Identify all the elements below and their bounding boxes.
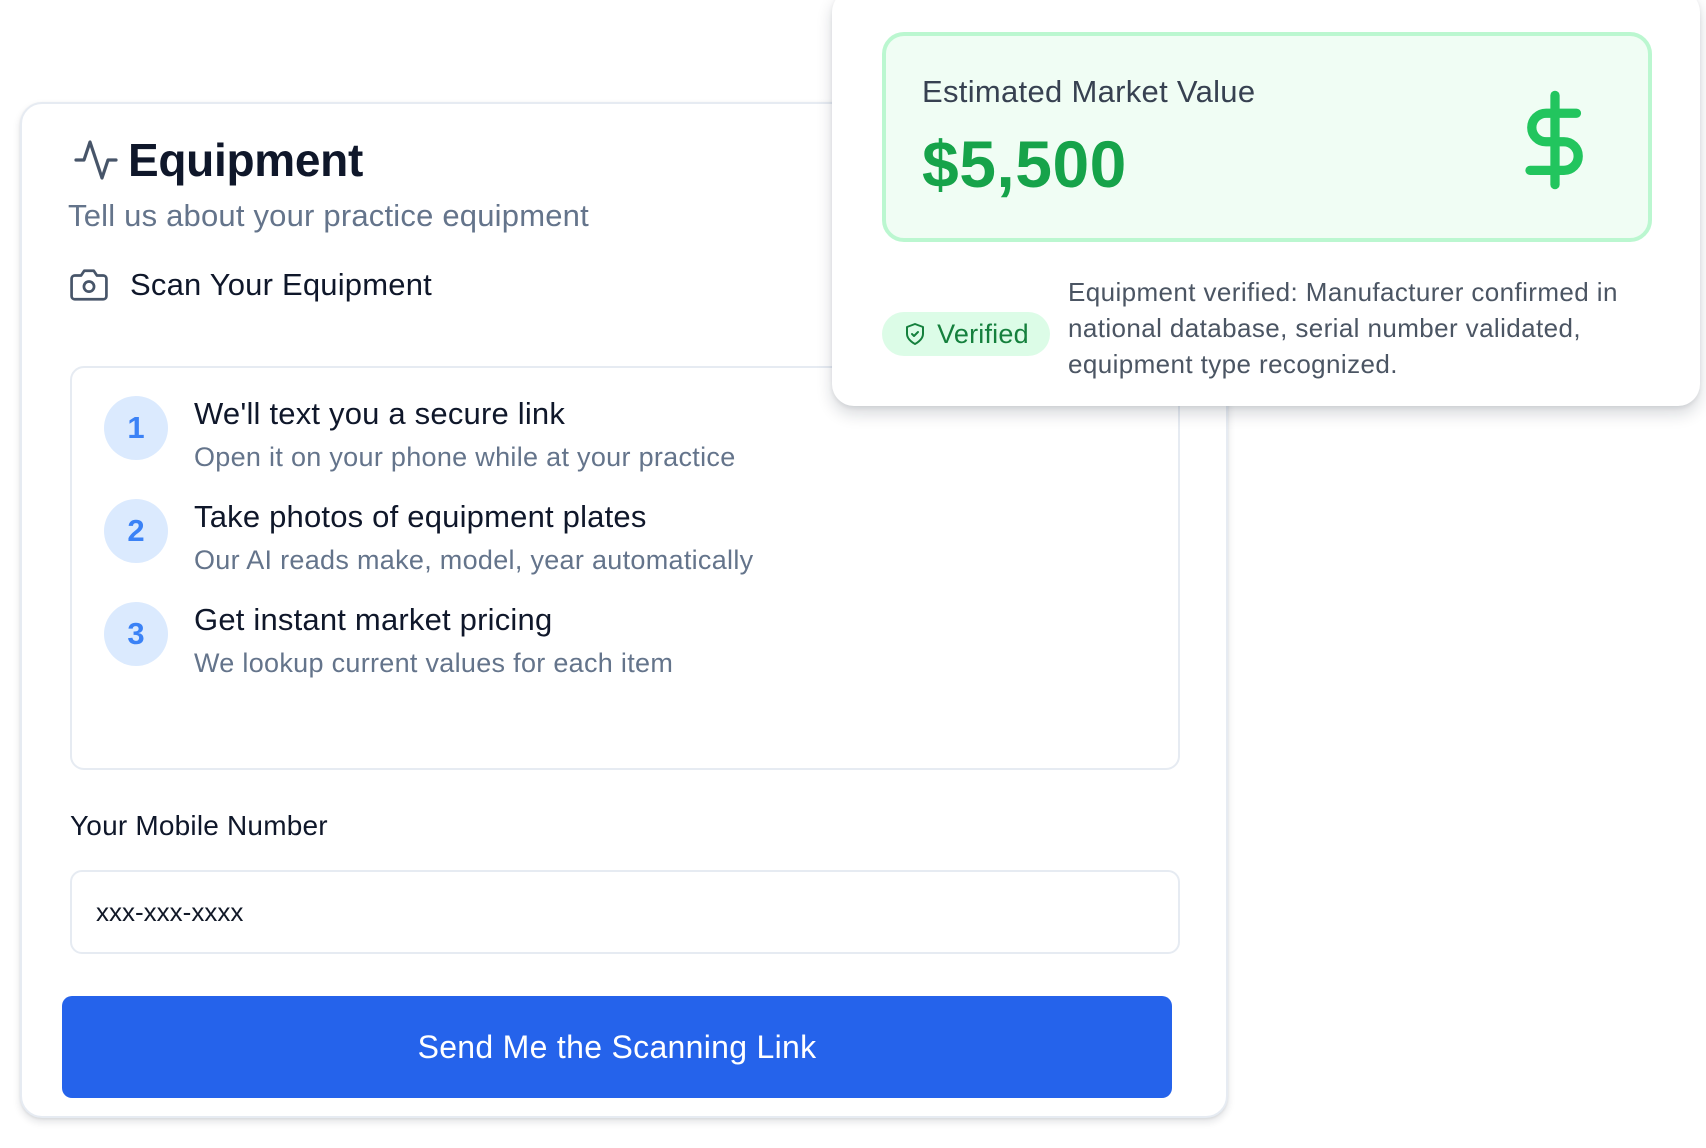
verified-badge-label: Verified [937, 318, 1029, 349]
page-title: Equipment [128, 134, 363, 186]
market-value-amount: $5,500 [922, 127, 1127, 201]
scan-section-header: Scan Your Equipment [70, 266, 432, 304]
dollar-icon [1525, 90, 1583, 190]
send-scanning-link-button[interactable]: Send Me the Scanning Link [62, 996, 1172, 1098]
step-description: Open it on your phone while at your prac… [194, 442, 736, 472]
step-text: Get instant market pricing We lookup cur… [194, 600, 673, 682]
mobile-number-input[interactable] [70, 870, 1180, 954]
step-number-badge: 1 [104, 396, 168, 460]
page: Equipment Tell us about your practice eq… [0, 0, 1706, 1148]
step-number-badge: 3 [104, 602, 168, 666]
step-item: 3 Get instant market pricing We lookup c… [104, 602, 673, 682]
verification-note: Equipment verified: Manufacturer confirm… [1068, 277, 1618, 379]
shield-check-icon [906, 323, 925, 345]
step-title: Get instant market pricing [194, 602, 553, 637]
step-title: Take photos of equipment plates [194, 499, 647, 534]
step-item: 1 We'll text you a secure link Open it o… [104, 396, 736, 476]
step-number-badge: 2 [104, 499, 168, 563]
step-description: Our AI reads make, model, year automatic… [194, 545, 754, 575]
page-subtitle: Tell us about your practice equipment [68, 198, 589, 233]
step-text: Take photos of equipment plates Our AI r… [194, 497, 753, 579]
step-item: 2 Take photos of equipment plates Our AI… [104, 499, 753, 579]
verified-badge: Verified [882, 312, 1050, 356]
mobile-number-label: Your Mobile Number [70, 810, 328, 841]
card-header: Equipment [72, 136, 363, 184]
steps-list: 1 We'll text you a secure link Open it o… [70, 366, 1180, 770]
activity-icon [74, 140, 118, 180]
market-value-label: Estimated Market Value [922, 74, 1256, 109]
step-description: We lookup current values for each item [194, 648, 674, 678]
step-title: We'll text you a secure link [194, 396, 566, 431]
market-value-box: Estimated Market Value $5,500 [882, 32, 1652, 242]
camera-icon [70, 269, 108, 301]
valuation-card: Estimated Market Value $5,500 Verified E… [832, 0, 1700, 406]
step-text: We'll text you a secure link Open it on … [194, 394, 736, 476]
scan-section-title: Scan Your Equipment [130, 267, 432, 302]
